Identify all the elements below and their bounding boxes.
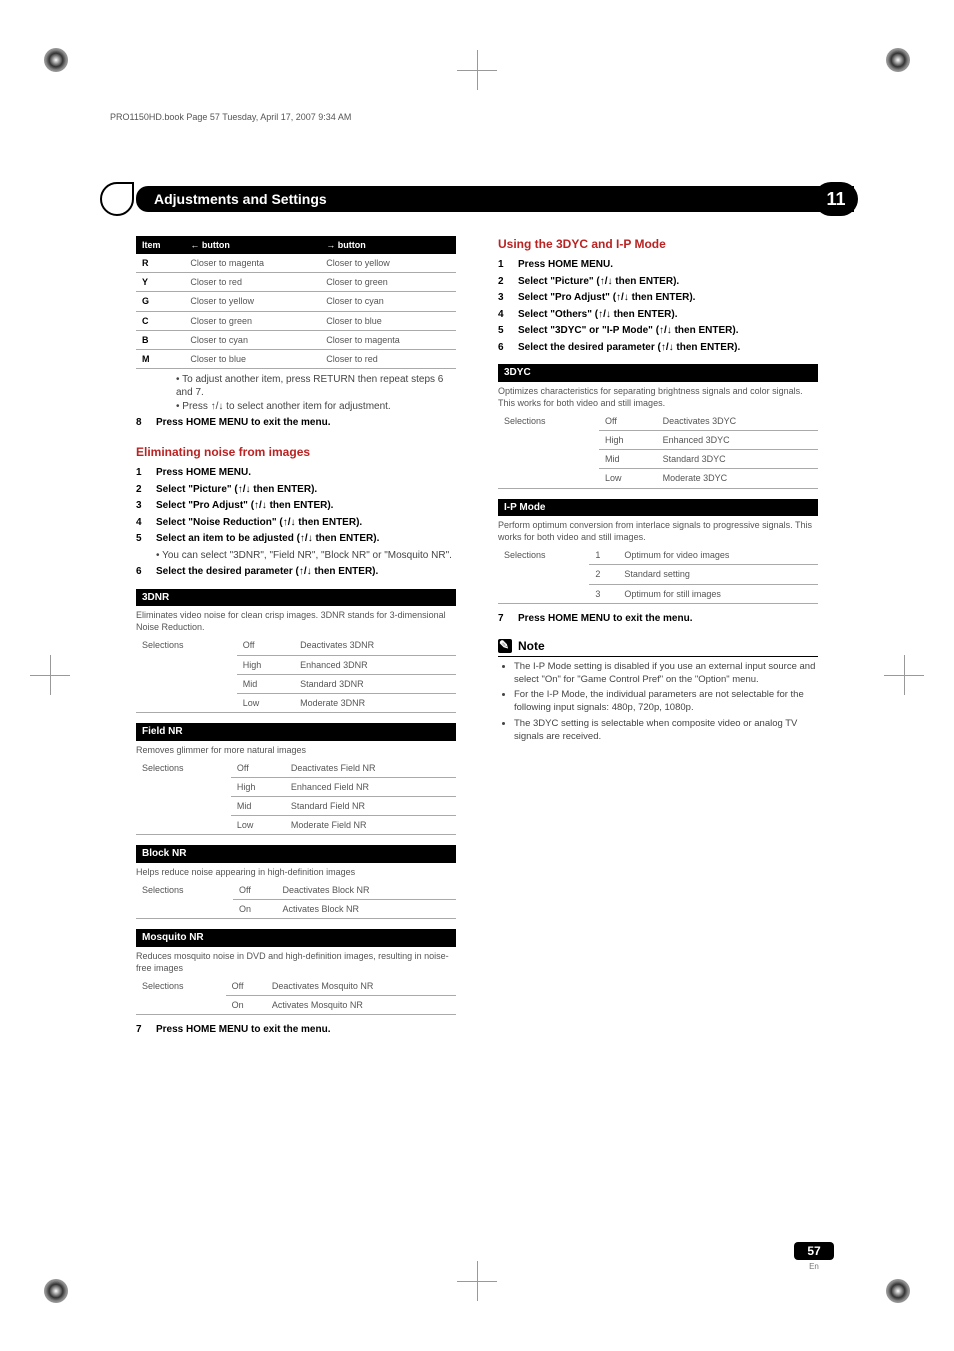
right-column: Using the 3DYC and I-P Mode 1Press HOME … [498, 236, 818, 1221]
left-column: Item ← button → button RCloser to magent… [136, 236, 456, 1221]
note-item: The I-P Mode setting is disabled if you … [514, 661, 818, 687]
th-right: → button [320, 236, 456, 254]
crop-cross-icon [30, 655, 70, 695]
3dyc-table: SelectionsOffDeactivates 3DYC HighEnhanc… [498, 412, 818, 489]
step-text: Press HOME MENU to exit the menu. [156, 1023, 330, 1037]
sub-bullet: Press ↑/↓ to select another item for adj… [176, 400, 456, 414]
step-2: 2Select "Picture" (↑/↓ then ENTER). [498, 275, 818, 289]
pencil-icon [498, 639, 512, 653]
3dyc-header: 3DYC [498, 364, 818, 382]
th-item: Item [136, 236, 184, 254]
ipmode-table: Selections1Optimum for video images 2Sta… [498, 546, 818, 603]
selections-label: Selections [136, 977, 226, 1015]
note-list: The I-P Mode setting is disabled if you … [510, 661, 818, 744]
blocknr-header: Block NR [136, 845, 456, 863]
3dyc-desc: Optimizes characteristics for separating… [498, 385, 818, 409]
step-6: 6Select the desired parameter (↑/↓ then … [498, 341, 818, 355]
step-text: Select an item to be adjusted (↑/↓ then … [156, 532, 379, 546]
step-text: Press HOME MENU. [156, 466, 251, 480]
step-text: Select "Picture" (↑/↓ then ENTER). [156, 483, 317, 497]
note-item: For the I-P Mode, the individual paramet… [514, 689, 818, 715]
eliminate-noise-heading: Eliminating noise from images [136, 444, 456, 460]
step-3: 3Select "Pro Adjust" (↑/↓ then ENTER). [136, 499, 456, 513]
mosqnr-desc: Reduces mosquito noise in DVD and high-d… [136, 950, 456, 974]
note-item: The 3DYC setting is selectable when comp… [514, 718, 818, 744]
selections-label: Selections [498, 546, 589, 603]
step-8: 8Press HOME MENU to exit the menu. [136, 416, 456, 430]
table-row: CCloser to greenCloser to blue [136, 311, 456, 330]
step-text: Select "Pro Adjust" (↑/↓ then ENTER). [156, 499, 333, 513]
3dnr-desc: Eliminates video noise for clean crisp i… [136, 609, 456, 633]
crop-mark-icon [886, 48, 910, 72]
selections-label: Selections [136, 759, 231, 835]
step-text: Select "Picture" (↑/↓ then ENTER). [518, 275, 679, 289]
table-row: SelectionsOffDeactivates Block NR [136, 881, 456, 900]
step-7-exit: 7Press HOME MENU to exit the menu. [136, 1023, 456, 1037]
step-2: 2Select "Picture" (↑/↓ then ENTER). [136, 483, 456, 497]
table-row: Selections1Optimum for video images [498, 546, 818, 565]
note-heading: Note [498, 638, 818, 657]
th-left: ← button [184, 236, 320, 254]
crop-cross-icon [457, 1261, 497, 1301]
crop-cross-icon [884, 655, 924, 695]
table-row: SelectionsOffDeactivates 3DNR [136, 636, 456, 655]
crop-mark-icon [886, 1279, 910, 1303]
step-text: Select "Noise Reduction" (↑/↓ then ENTER… [156, 516, 362, 530]
step-text: Select "Pro Adjust" (↑/↓ then ENTER). [518, 291, 695, 305]
section-header: Adjustments and Settings 11 [136, 186, 854, 212]
mosqnr-table: SelectionsOffDeactivates Mosquito NR OnA… [136, 977, 456, 1015]
section-number-badge: 11 [814, 182, 858, 216]
selections-label: Selections [136, 881, 233, 919]
crop-mark-icon [44, 48, 68, 72]
step-1: 1Press HOME MENU. [498, 258, 818, 272]
3dyc-ip-heading: Using the 3DYC and I-P Mode [498, 236, 818, 252]
step-text: Press HOME MENU. [518, 258, 613, 272]
step-6: 6Select the desired parameter (↑/↓ then … [136, 565, 456, 579]
page-lang: En [794, 1262, 834, 1271]
fieldnr-desc: Removes glimmer for more natural images [136, 744, 456, 756]
step-3: 3Select "Pro Adjust" (↑/↓ then ENTER). [498, 291, 818, 305]
table-row: SelectionsOffDeactivates Field NR [136, 759, 456, 778]
table-row: SelectionsOffDeactivates 3DYC [498, 412, 818, 431]
3dnr-table: SelectionsOffDeactivates 3DNR HighEnhanc… [136, 636, 456, 713]
step-text: Select the desired parameter (↑/↓ then E… [518, 341, 740, 355]
selections-label: Selections [136, 636, 237, 712]
step-1: 1Press HOME MENU. [136, 466, 456, 480]
sub-bullet: To adjust another item, press RETURN the… [176, 373, 456, 400]
step-4: 4Select "Others" (↑/↓ then ENTER). [498, 308, 818, 322]
selections-label: Selections [498, 412, 599, 488]
table-row: GCloser to yellowCloser to cyan [136, 292, 456, 311]
table-row: SelectionsOffDeactivates Mosquito NR [136, 977, 456, 996]
table-row: MCloser to blueCloser to red [136, 349, 456, 368]
table-row: RCloser to magentaCloser to yellow [136, 254, 456, 273]
fieldnr-header: Field NR [136, 723, 456, 741]
step-text: Press HOME MENU to exit the menu. [156, 416, 330, 430]
ipmode-desc: Perform optimum conversion from interlac… [498, 519, 818, 543]
fieldnr-table: SelectionsOffDeactivates Field NR HighEn… [136, 759, 456, 836]
step-text: Select the desired parameter (↑/↓ then E… [156, 565, 378, 579]
step-4: 4Select "Noise Reduction" (↑/↓ then ENTE… [136, 516, 456, 530]
color-adjust-table: Item ← button → button RCloser to magent… [136, 236, 456, 369]
mosqnr-header: Mosquito NR [136, 929, 456, 947]
step-text: Select "3DYC" or "I-P Mode" (↑/↓ then EN… [518, 324, 738, 338]
crop-cross-icon [457, 50, 497, 90]
step-5: 5Select "3DYC" or "I-P Mode" (↑/↓ then E… [498, 324, 818, 338]
3dnr-header: 3DNR [136, 589, 456, 607]
note-label: Note [518, 638, 545, 654]
step-5-sub: You can select "3DNR", "Field NR", "Bloc… [156, 549, 456, 563]
step-5: 5Select an item to be adjusted (↑/↓ then… [136, 532, 456, 546]
blocknr-table: SelectionsOffDeactivates Block NR OnActi… [136, 881, 456, 919]
ipmode-header: I-P Mode [498, 499, 818, 517]
step-7-exit: 7Press HOME MENU to exit the menu. [498, 612, 818, 626]
step-text: Select "Others" (↑/↓ then ENTER). [518, 308, 678, 322]
table-row: YCloser to redCloser to green [136, 273, 456, 292]
book-meta-line: PRO1150HD.book Page 57 Tuesday, April 17… [110, 112, 351, 122]
section-title: Adjustments and Settings [154, 191, 327, 207]
blocknr-desc: Helps reduce noise appearing in high-def… [136, 866, 456, 878]
crop-mark-icon [44, 1279, 68, 1303]
page-number: 57 [794, 1242, 834, 1260]
step-text: Press HOME MENU to exit the menu. [518, 612, 692, 626]
table-row: BCloser to cyanCloser to magenta [136, 330, 456, 349]
page-footer: 57 En [794, 1242, 834, 1271]
